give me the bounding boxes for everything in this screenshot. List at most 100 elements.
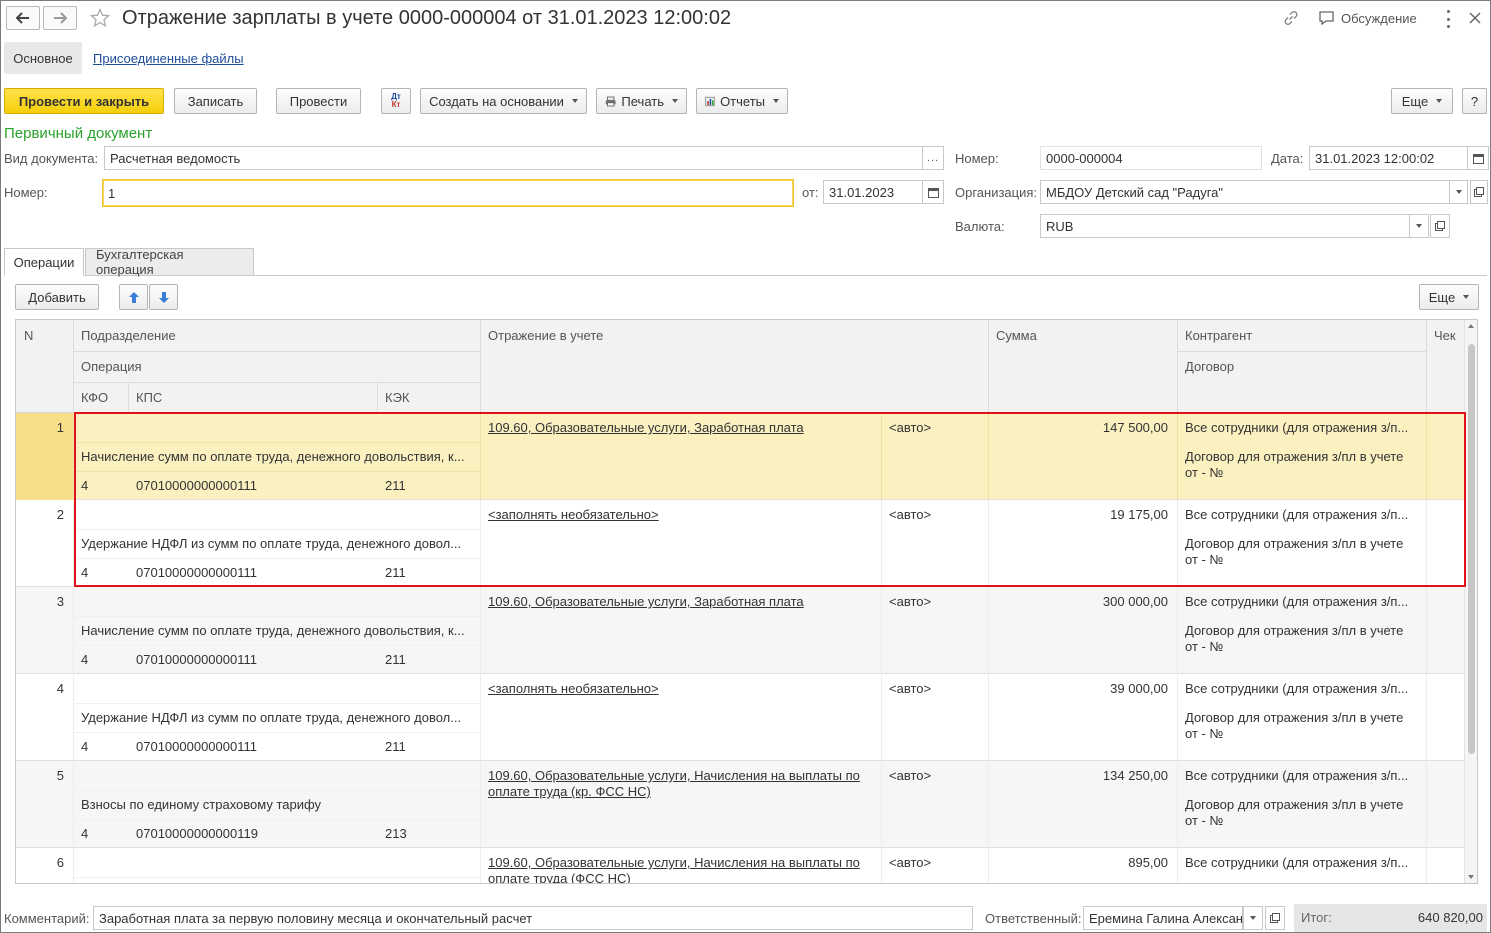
header-n[interactable]: N (24, 328, 33, 343)
row-reflection[interactable]: 109.60, Образовательные услуги, Начислен… (488, 855, 878, 870)
row-reflection[interactable]: 109.60, Образовательные услуги, Начислен… (488, 768, 878, 783)
table-row[interactable]: 3 Начисление сумм по оплате труда, денежн… (16, 587, 1466, 674)
help-button[interactable]: ? (1462, 88, 1487, 114)
table-more-button[interactable]: Еще (1419, 284, 1479, 310)
nav-tab-files[interactable]: Присоединенные файлы (93, 51, 244, 66)
header-kps[interactable]: КПС (136, 390, 162, 405)
row-divider (73, 732, 480, 733)
row-divider (73, 877, 480, 878)
number-field[interactable]: 0000-000004 (1040, 146, 1262, 170)
discussion-button[interactable]: Обсуждение (1318, 10, 1417, 26)
header-department[interactable]: Подразделение (81, 328, 176, 343)
post-and-close-button[interactable]: Провести и закрыть (4, 88, 164, 114)
close-icon[interactable] (1467, 10, 1485, 28)
organization-open-button[interactable] (1470, 180, 1488, 204)
header-counterparty[interactable]: Контрагент (1185, 328, 1252, 343)
doc-type-field[interactable]: Расчетная ведомость (104, 146, 923, 170)
table-row[interactable]: 5 Взносы по единому страховому тарифу 4 070… (16, 761, 1466, 848)
nav-tab-main[interactable]: Основное (4, 42, 82, 74)
back-button[interactable] (6, 6, 40, 30)
header-sum[interactable]: Сумма (996, 328, 1037, 343)
row-counterparty: Все сотрудники (для отражения з/п... (1185, 768, 1409, 783)
table-row[interactable]: 6 109.60, Образовательные услуги, Начисле… (16, 848, 1466, 883)
tab-operations[interactable]: Операции (4, 248, 84, 276)
column-divider (73, 587, 74, 674)
organization-field[interactable]: МБДОУ Детский сад "Радуга" (1040, 180, 1450, 204)
responsible-dropdown-button[interactable] (1243, 906, 1263, 930)
row-auto: <авто> (889, 594, 932, 609)
date-field[interactable]: 31.01.2023 12:00:02 (1309, 146, 1469, 170)
reports-button[interactable]: Отчеты (696, 88, 788, 114)
row-kek: 213 (385, 826, 407, 841)
column-divider (73, 674, 74, 761)
responsible-label: Ответственный: (985, 911, 1082, 926)
chevron-down-icon (1250, 916, 1256, 920)
header-operation[interactable]: Операция (81, 359, 142, 374)
row-kps: 07010000000000111 (136, 739, 257, 754)
more-button[interactable]: Еще (1391, 88, 1453, 114)
row-reflection-cont[interactable]: оплате труда (ФСС НС) (488, 871, 878, 883)
scroll-down-icon[interactable] (1468, 875, 1474, 879)
responsible-field[interactable]: Еремина Галина Александ (1083, 906, 1243, 930)
header-divider (128, 382, 129, 413)
scrollbar-thumb[interactable] (1468, 344, 1475, 754)
save-button[interactable]: Записать (174, 88, 257, 114)
highlight-box (74, 412, 1466, 587)
row-counterparty: Все сотрудники (для отражения з/п... (1185, 594, 1409, 609)
chevron-down-icon (672, 99, 678, 103)
header-kfo[interactable]: КФО (81, 390, 108, 405)
primary-date-picker-button[interactable] (922, 180, 944, 204)
select-doc-type-button[interactable]: ... (922, 146, 944, 170)
operations-table[interactable]: N Подразделение Операция КФО КПС КЭК Отр… (15, 319, 1478, 884)
number-label: Номер: (955, 151, 999, 166)
forward-button[interactable] (43, 6, 77, 30)
dt-kt-button[interactable]: Дт Кт (381, 88, 411, 114)
favorite-star-icon[interactable] (88, 6, 112, 30)
header-divider (377, 382, 378, 413)
header-reflection[interactable]: Отражение в учете (488, 328, 603, 343)
chevron-down-icon (571, 99, 578, 103)
primary-date-field[interactable]: 31.01.2023 (823, 180, 923, 204)
post-button[interactable]: Провести (276, 88, 361, 114)
row-reflection[interactable]: <заполнять необязательно> (488, 681, 878, 696)
row-sum: 134 250,00 (1102, 768, 1168, 783)
header-contract[interactable]: Договор (1185, 359, 1234, 374)
primary-number-field[interactable]: 1 (102, 179, 794, 207)
date-picker-button[interactable] (1467, 146, 1489, 170)
currency-open-button[interactable] (1430, 214, 1450, 238)
chevron-down-icon (1416, 224, 1422, 228)
table-scrollbar[interactable] (1464, 320, 1477, 883)
header-check[interactable]: Чек (1434, 328, 1456, 343)
move-down-button[interactable] (149, 284, 178, 310)
row-reflection[interactable]: 109.60, Образовательные услуги, Заработн… (488, 594, 878, 609)
currency-field[interactable]: RUB (1040, 214, 1410, 238)
header-kek[interactable]: КЭК (385, 390, 410, 405)
printer-icon (605, 96, 616, 106)
add-row-button[interactable]: Добавить (15, 284, 99, 310)
link-icon[interactable] (1282, 9, 1300, 30)
total-panel: Итог: 640 820,00 (1294, 904, 1487, 932)
table-row[interactable]: 4 Удержание НДФЛ из сумм по оплате труда,… (16, 674, 1466, 761)
tab-accounting[interactable]: Бухгалтерская операция (85, 247, 254, 277)
comment-field[interactable]: Заработная плата за первую половину меся… (93, 906, 973, 930)
row-auto: <авто> (889, 681, 932, 696)
more-vertical-icon[interactable] (1444, 10, 1452, 28)
currency-dropdown-button[interactable] (1409, 214, 1429, 238)
arrow-up-icon (128, 291, 139, 303)
row-reflection-cont[interactable]: оплате труда (кр. ФСС НС) (488, 784, 878, 799)
row-operation: Удержание НДФЛ из сумм по оплате труда, … (81, 710, 462, 725)
column-divider (881, 674, 882, 761)
row-counterparty: Все сотрудники (для отражения з/п... (1185, 681, 1409, 696)
responsible-open-button[interactable] (1265, 906, 1285, 930)
row-number: 2 (56, 507, 64, 522)
table-more-label: Еще (1428, 289, 1456, 305)
create-based-on-button[interactable]: Создать на основании (420, 88, 587, 114)
move-up-button[interactable] (119, 284, 148, 310)
column-divider (1426, 674, 1427, 761)
row-kfo: 4 (81, 739, 89, 754)
column-divider (480, 674, 481, 761)
scroll-up-icon[interactable] (1468, 324, 1474, 328)
organization-dropdown-button[interactable] (1449, 180, 1468, 204)
column-divider (881, 587, 882, 674)
print-button[interactable]: Печать (596, 88, 687, 114)
